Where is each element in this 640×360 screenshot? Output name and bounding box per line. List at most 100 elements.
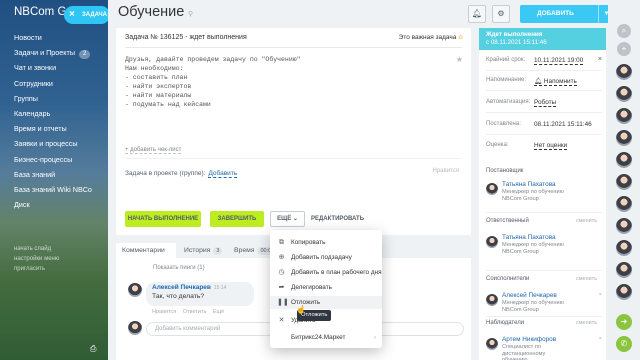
more-button-label: ЕЩЁ	[277, 216, 292, 222]
start-button[interactable]: НАЧАТЬ ВЫПОЛНЕНИЕ	[125, 211, 201, 227]
deadline-value[interactable]: 10.11.2021 19:00	[534, 57, 584, 65]
avatar[interactable]	[616, 108, 632, 124]
task-card: Задача № 136125 - ждет выполнения Это ва…	[116, 28, 471, 235]
menu-item-label: Добавить в план рабочего дня	[291, 269, 382, 276]
gear-icon[interactable]: ⚙	[492, 5, 510, 23]
hand-cursor-icon: ☝	[296, 305, 306, 314]
bell-icon[interactable]: 🔔︎	[468, 5, 486, 23]
rating-value[interactable]: Нет оценки	[534, 142, 568, 150]
nav-item-groups[interactable]: Группы	[14, 91, 104, 106]
avatar[interactable]	[616, 218, 632, 234]
nav-item-disk[interactable]: Диск	[14, 197, 104, 212]
phone-icon[interactable]: ✆	[616, 336, 632, 352]
clock-icon: ◷	[278, 269, 285, 276]
row-label: Напоминание:	[486, 77, 527, 83]
person-name[interactable]: Алексей Печкарев	[502, 292, 557, 299]
nav-item-knowledge-base[interactable]: База знаний	[14, 167, 104, 182]
nav-small-link[interactable]: настройки меню	[14, 254, 59, 264]
close-icon: ×	[69, 9, 75, 20]
remove-icon[interactable]: ×	[599, 292, 602, 298]
avatar	[128, 321, 142, 335]
login-icon[interactable]: ➜	[616, 314, 632, 330]
comment-more-link[interactable]: Ещё	[213, 309, 224, 315]
nav-item-label: Задачи и Проекты	[14, 48, 75, 58]
change-responsible-link[interactable]: сменить	[576, 218, 597, 224]
avatar[interactable]	[128, 283, 142, 297]
project-row: Задача в проекте (группе): Добавить	[125, 170, 238, 178]
link-icon[interactable]: ⚲	[188, 10, 193, 18]
avatar[interactable]	[486, 183, 498, 195]
copy-icon: ⧉	[279, 239, 284, 246]
deadline-row: Крайний срок: 10.11.2021 19:00 ×	[486, 56, 602, 71]
star-icon[interactable]: ★	[456, 55, 463, 64]
complete-button[interactable]: ЗАВЕРШИТЬ	[210, 211, 264, 227]
comment-reply-link[interactable]: Ответить	[183, 309, 207, 315]
important-toggle[interactable]: Это важная задача 🔥︎	[399, 34, 463, 42]
nav-small-link[interactable]: пригласить	[14, 264, 59, 274]
person-name[interactable]: Татьяна Пахатова	[502, 234, 556, 241]
avatar[interactable]	[486, 294, 498, 306]
edit-button[interactable]: РЕДАКТИРОВАТЬ	[311, 211, 364, 227]
nav-item-tasks[interactable]: Задачи и Проекты 2	[14, 45, 104, 60]
slider-close-button[interactable]: × ЗАДАЧА	[64, 6, 110, 24]
nav-item-wiki[interactable]: База знаний Wiki NBCo	[14, 182, 104, 197]
remove-icon[interactable]: ×	[599, 336, 602, 342]
avatar[interactable]	[486, 338, 498, 350]
avatar[interactable]	[616, 284, 632, 300]
nav-item-employees[interactable]: Сотрудники	[14, 76, 104, 91]
avatar[interactable]	[616, 262, 632, 278]
add-button[interactable]: ДОБАВИТЬ ▾	[520, 5, 614, 23]
reminder-value[interactable]: 🔔︎ Напомнить	[534, 77, 577, 86]
printer-icon[interactable]: ⎙	[90, 344, 96, 354]
avatar[interactable]	[616, 174, 632, 190]
nav-item-label: Бизнес-процессы	[14, 154, 73, 164]
nav-item-requests[interactable]: Заявки и процессы	[14, 136, 104, 151]
nav-item-news[interactable]: Новости	[14, 30, 104, 45]
nav-secondary-links: начать слайд настройки меню пригласить	[14, 244, 59, 274]
more-button[interactable]: ЕЩЁ ⌄	[270, 211, 305, 227]
portal-logo[interactable]: NBCom G	[14, 6, 66, 18]
tab-label: История	[184, 247, 211, 254]
divider	[125, 47, 462, 48]
add-checklist-link[interactable]: + добавить чек-лист	[125, 147, 182, 154]
avatar[interactable]	[616, 152, 632, 168]
change-accomplices-link[interactable]: сменить	[576, 276, 597, 282]
search-icon[interactable]: ⌕	[617, 24, 631, 38]
person-name[interactable]: Татьяна Пахатова	[502, 181, 556, 188]
automation-value[interactable]: Роботы	[534, 99, 557, 107]
divider	[486, 112, 602, 113]
add-project-link[interactable]: Добавить	[208, 170, 238, 178]
avatar[interactable]	[486, 236, 498, 248]
add-button-label: ДОБАВИТЬ	[537, 10, 574, 17]
plus-icon[interactable]: +	[617, 42, 631, 56]
close-icon[interactable]: ×	[598, 56, 602, 63]
portal-sidebar: NBCom G Новости Задачи и Проекты 2 Чат и …	[0, 0, 108, 360]
observers-heading: Наблюдатели сменить	[486, 320, 597, 326]
nav-item-business-processes[interactable]: Бизнес-процессы	[14, 152, 104, 167]
change-observers-link[interactable]: сменить	[576, 320, 597, 326]
tab-history[interactable]: История 3	[178, 243, 223, 258]
avatar[interactable]	[616, 240, 632, 256]
fire-icon: 🔥︎	[458, 34, 463, 41]
show-previous-link[interactable]: Показать пинги (1)	[153, 265, 205, 271]
avatar[interactable]	[616, 64, 632, 80]
menu-item-add-subtask[interactable]: ⊕ Добавить подзадачу	[270, 251, 382, 264]
accomplices-heading: Соисполнители сменить	[486, 276, 597, 282]
menu-item-defer[interactable]: ❚❚ Отложить	[270, 296, 382, 309]
avatar[interactable]	[616, 86, 632, 102]
avatar[interactable]	[616, 130, 632, 146]
nav-item-chat[interactable]: Чат и звонки	[14, 60, 104, 75]
nav-small-link[interactable]: начать слайд	[14, 244, 59, 254]
menu-item-delegate[interactable]: ➦ Делегировать	[270, 281, 382, 294]
comment-author[interactable]: Алексей Печкарев	[152, 284, 211, 291]
avatar[interactable]	[616, 196, 632, 212]
comment-like-link[interactable]: Нравится	[152, 309, 176, 315]
menu-item-add-to-plan[interactable]: ◷ Добавить в план рабочего дня	[270, 266, 382, 279]
nav-item-time-reports[interactable]: Время и отчеты	[14, 121, 104, 136]
tab-comments[interactable]: Комментарии1	[116, 243, 176, 270]
person-name[interactable]: Артем Никифоров	[502, 336, 556, 343]
like-link[interactable]: Нравится	[433, 168, 459, 174]
menu-item-copy[interactable]: ⧉ Копировать	[270, 236, 382, 249]
menu-item-market[interactable]: Битрикс24.Маркет ›	[270, 331, 382, 344]
nav-item-calendar[interactable]: Календарь	[14, 106, 104, 121]
